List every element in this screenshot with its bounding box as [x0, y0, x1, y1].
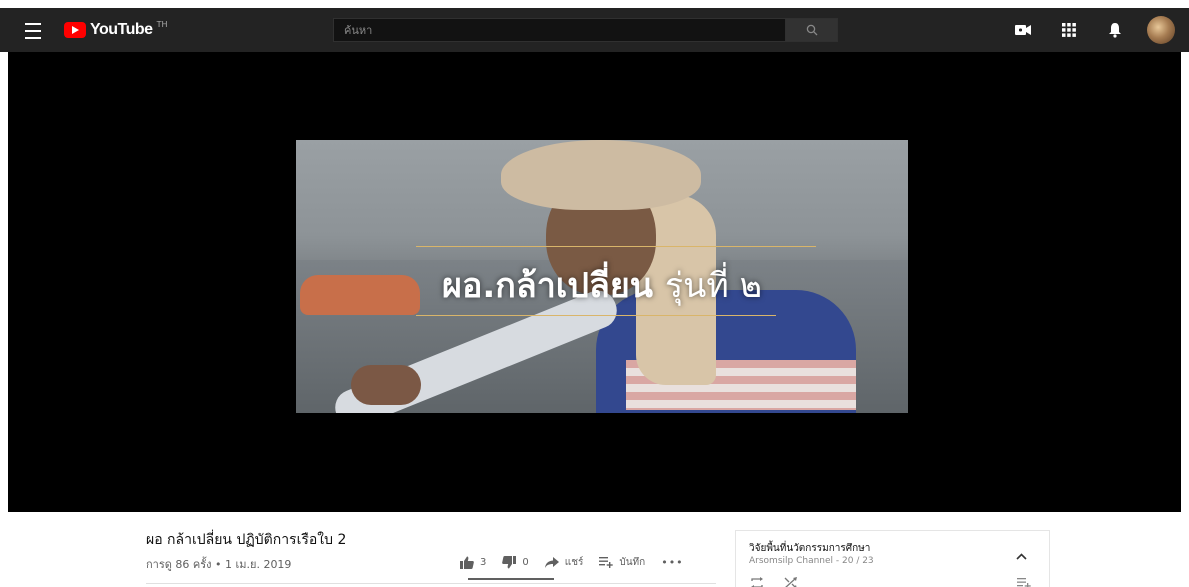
upload-button[interactable] — [1009, 16, 1037, 44]
video-frame: ผอ.กล้าเปลี่ยน รุ่นที่ ๒ — [296, 140, 908, 413]
overlay-title-thin: รุ่นที่ ๒ — [664, 266, 762, 306]
video-views-date: การดู 86 ครั้ง • 1 เม.ย. 2019 — [146, 558, 292, 571]
apps-grid-icon — [1062, 23, 1076, 37]
avatar[interactable] — [1147, 16, 1175, 44]
share-arrow-icon — [544, 557, 559, 568]
playlist-shuffle-button[interactable] — [784, 574, 798, 587]
youtube-watch-page: YouTube TH ค้นหา ผอ.กล้าเปลี่ยน รุ่นที่ … — [0, 0, 1189, 587]
share-button[interactable]: แชร์ — [544, 555, 584, 570]
logo-text: YouTube — [90, 21, 153, 38]
save-label: บันทึก — [619, 557, 646, 568]
share-label: แชร์ — [564, 557, 584, 568]
title-top-line — [416, 246, 816, 247]
masthead: YouTube TH — [0, 0, 1189, 52]
title-bottom-line — [416, 315, 776, 316]
frame-hand — [351, 365, 421, 405]
search-icon — [806, 24, 817, 36]
search-button[interactable] — [786, 18, 838, 42]
search-bar — [333, 18, 838, 42]
chevron-up-icon — [1016, 553, 1027, 560]
playlist-subtitle: Arsomsilp Channel - 20 / 23 — [749, 556, 874, 566]
video-player[interactable]: ผอ.กล้าเปลี่ยน รุ่นที่ ๒ — [8, 52, 1181, 512]
thumbs-up-icon — [460, 556, 474, 569]
hamburger-menu-icon[interactable] — [22, 18, 44, 42]
masthead-buttons — [1009, 16, 1175, 44]
dislike-button[interactable]: 0 — [502, 556, 529, 569]
playlist-panel: วิจัยพื้นที่นวัตกรรมการศึกษา Arsomsilp C… — [735, 530, 1050, 587]
playlist-add-icon — [1017, 578, 1031, 587]
overlay-title-bold: ผอ.กล้าเปลี่ยน — [442, 266, 653, 306]
logo-country-code: TH — [156, 20, 168, 29]
video-overlay-title: ผอ.กล้าเปลี่ยน รุ่นที่ ๒ — [296, 258, 908, 312]
playlist-loop-button[interactable] — [750, 574, 764, 587]
save-button[interactable]: บันทึก — [599, 555, 645, 570]
loop-icon — [751, 577, 763, 587]
frame-hat — [501, 140, 701, 210]
youtube-logo[interactable]: YouTube TH — [64, 19, 167, 41]
youtube-play-icon — [64, 22, 86, 38]
thumbs-down-icon — [502, 556, 517, 569]
like-count: 3 — [480, 557, 487, 568]
bell-icon — [1109, 23, 1121, 38]
video-title: ผอ กล้าเปลี่ยน ปฏิบัติการเรือใบ 2 — [146, 532, 347, 548]
notifications-button[interactable] — [1101, 16, 1129, 44]
more-actions-button[interactable]: ••• — [661, 556, 683, 569]
dislike-count: 0 — [522, 557, 529, 568]
like-dislike-bar — [468, 578, 554, 580]
shuffle-icon — [784, 577, 797, 587]
apps-button[interactable] — [1055, 16, 1083, 44]
more-actions-icon: ••• — [661, 556, 684, 569]
like-button[interactable]: 3 — [460, 556, 486, 569]
playlist-collapse-button[interactable] — [1016, 545, 1027, 564]
like-ratio-fill — [468, 578, 554, 580]
playlist-title[interactable]: วิจัยพื้นที่นวัตกรรมการศึกษา — [749, 541, 870, 556]
info-divider — [146, 583, 716, 584]
video-actions: 3 0 แชร์ บันทึก ••• — [460, 555, 684, 570]
playlist-save-button[interactable] — [1017, 574, 1031, 587]
playlist-add-icon — [599, 557, 614, 568]
search-input[interactable] — [333, 18, 786, 42]
video-camera-icon — [1015, 25, 1031, 35]
